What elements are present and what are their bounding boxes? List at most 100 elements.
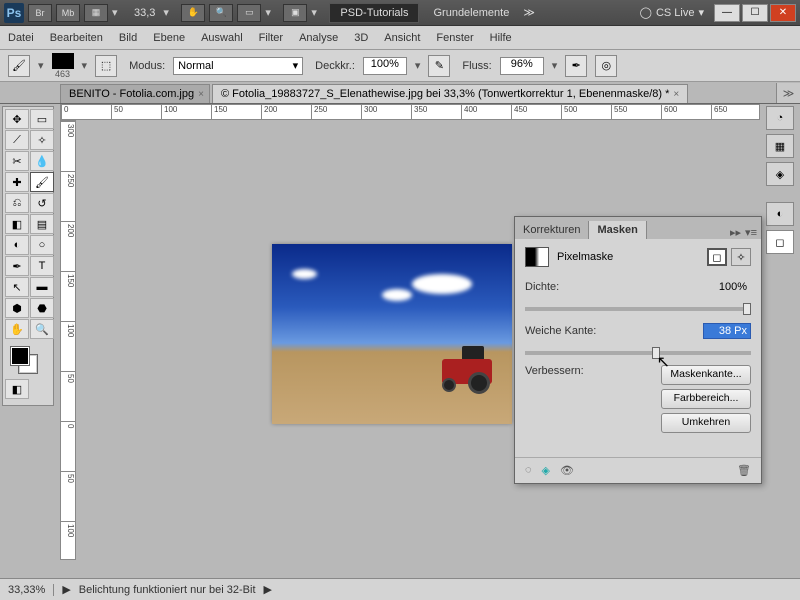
color-swatches[interactable] <box>5 345 51 375</box>
menu-bearbeiten[interactable]: Bearbeiten <box>50 32 103 44</box>
color-panel-icon[interactable]: ◔ <box>766 106 794 130</box>
canvas-image[interactable] <box>272 244 512 424</box>
menu-analyse[interactable]: Analyse <box>299 32 338 44</box>
brush-swatch[interactable] <box>52 53 74 69</box>
chevron-down-icon[interactable]: ▾ <box>265 6 279 19</box>
wand-tool[interactable]: ✧ <box>30 130 54 150</box>
weiche-slider[interactable] <box>525 351 751 355</box>
gradient-tool[interactable]: ▤ <box>30 214 54 234</box>
hand-tool[interactable]: ✋ <box>5 319 29 339</box>
masks-panel-icon[interactable]: ◻ <box>766 230 794 254</box>
type-tool[interactable]: T <box>30 256 54 276</box>
chevron-down-icon[interactable]: ▾ <box>311 6 325 19</box>
eraser-tool[interactable]: ◧ <box>5 214 29 234</box>
history-brush-tool[interactable]: ↺ <box>30 193 54 213</box>
modus-select[interactable]: Normal▾ <box>173 57 303 75</box>
document-tab-1[interactable]: BENITO - Fotolia.com.jpg× <box>60 84 210 103</box>
load-selection-icon[interactable]: ◌ <box>525 464 532 477</box>
more-icon[interactable]: ≫ <box>523 6 537 19</box>
3d-tool[interactable]: ⬢ <box>5 298 29 318</box>
disable-mask-icon[interactable]: 👁 <box>560 464 574 477</box>
chevron-down-icon[interactable]: ▾ <box>112 6 126 19</box>
play-icon[interactable]: ▶ <box>62 583 70 596</box>
umkehren-button[interactable]: Umkehren <box>661 413 751 433</box>
adjustments-panel-icon[interactable]: ◐ <box>766 202 794 226</box>
healing-tool[interactable]: ✚ <box>5 172 29 192</box>
panel-tab-korrekturen[interactable]: Korrekturen <box>515 221 589 239</box>
menu-ebene[interactable]: Ebene <box>153 32 185 44</box>
dichte-value[interactable]: 100% <box>703 279 751 295</box>
pixelmask-icon[interactable]: ◻ <box>707 248 727 266</box>
farbbereich-button[interactable]: Farbbereich... <box>661 389 751 409</box>
marquee-tool[interactable]: ▭ <box>30 109 54 129</box>
mask-thumbnail[interactable] <box>525 247 549 267</box>
airbrush-icon[interactable]: ✒ <box>565 55 587 77</box>
tool-preset-icon[interactable]: 🖌 <box>8 55 30 77</box>
close-icon[interactable]: × <box>198 89 204 100</box>
screenmode-button[interactable]: ▣ <box>283 4 307 22</box>
3dcamera-tool[interactable]: ⬣ <box>30 298 54 318</box>
menu-bild[interactable]: Bild <box>119 32 137 44</box>
app-logo[interactable]: Ps <box>4 3 24 23</box>
dichte-slider[interactable] <box>525 307 751 311</box>
pressure-size-icon[interactable]: ◎ <box>595 55 617 77</box>
pressure-opacity-icon[interactable]: ✎ <box>428 55 450 77</box>
chevron-down-icon[interactable]: ▾ <box>552 59 558 72</box>
viewmode-button[interactable]: ▦ <box>84 4 108 22</box>
lasso-tool[interactable]: ⟋ <box>5 130 29 150</box>
eyedropper-tool[interactable]: 💧 <box>30 151 54 171</box>
chevron-down-icon[interactable]: ▾ <box>415 59 421 72</box>
foreground-color[interactable] <box>11 347 29 365</box>
styles-panel-icon[interactable]: ◈ <box>766 162 794 186</box>
menu-auswahl[interactable]: Auswahl <box>201 32 243 44</box>
shape-tool[interactable]: ▬ <box>30 277 54 297</box>
zoom-tool[interactable]: 🔍 <box>30 319 54 339</box>
delete-mask-icon[interactable]: 🗑 <box>737 464 751 477</box>
workspace-tab-1[interactable]: PSD-Tutorials <box>329 3 419 23</box>
path-tool[interactable]: ↖ <box>5 277 29 297</box>
crop-tool[interactable]: ✂ <box>5 151 29 171</box>
zoom-level[interactable]: 33,3 <box>130 7 159 19</box>
document-tab-2[interactable]: © Fotolia_19883727_S_Elenathewise.jpg be… <box>212 84 688 103</box>
maskenkante-button[interactable]: Maskenkante... <box>661 365 751 385</box>
fluss-input[interactable]: 96% <box>500 57 544 75</box>
weiche-value[interactable]: 38 Px <box>703 323 751 339</box>
arrange-button[interactable]: ▭ <box>237 4 261 22</box>
tab-overflow-icon[interactable]: ≫ <box>776 83 800 103</box>
deckkr-input[interactable]: 100% <box>363 57 407 75</box>
cslive-button[interactable]: ◯CS Live▾ <box>634 6 710 19</box>
close-button[interactable]: ✕ <box>770 4 796 22</box>
play-icon[interactable]: ▶ <box>264 583 272 596</box>
menu-fenster[interactable]: Fenster <box>436 32 473 44</box>
blur-tool[interactable]: ◐ <box>5 235 29 255</box>
chevron-down-icon[interactable]: ▾ <box>82 59 88 72</box>
bridge-button[interactable]: Br <box>28 4 52 22</box>
panel-tab-masken[interactable]: Masken <box>589 221 646 239</box>
hand-button[interactable]: ✋ <box>181 4 205 22</box>
close-icon[interactable]: × <box>673 89 679 100</box>
dodge-tool[interactable]: ○ <box>30 235 54 255</box>
collapse-icon[interactable]: ▸▸ <box>730 226 741 239</box>
stamp-tool[interactable]: ⎌ <box>5 193 29 213</box>
workspace-tab-2[interactable]: Grundelemente <box>423 4 519 22</box>
pen-tool[interactable]: ✒ <box>5 256 29 276</box>
brush-tool[interactable]: 🖌 <box>30 172 54 192</box>
menu-icon[interactable]: ▾≡ <box>745 226 757 239</box>
brush-panel-icon[interactable]: ⬚ <box>95 55 117 77</box>
menu-3d[interactable]: 3D <box>354 32 368 44</box>
menu-filter[interactable]: Filter <box>259 32 283 44</box>
move-tool[interactable]: ✥ <box>5 109 29 129</box>
minibridge-button[interactable]: Mb <box>56 4 80 22</box>
swatches-panel-icon[interactable]: ▦ <box>766 134 794 158</box>
menu-hilfe[interactable]: Hilfe <box>490 32 512 44</box>
chevron-down-icon[interactable]: ▾ <box>38 59 44 72</box>
menu-ansicht[interactable]: Ansicht <box>384 32 420 44</box>
apply-mask-icon[interactable]: ◈ <box>542 464 550 477</box>
minimize-button[interactable]: — <box>714 4 740 22</box>
menu-datei[interactable]: Datei <box>8 32 34 44</box>
chevron-down-icon[interactable]: ▾ <box>163 6 177 19</box>
vectormask-icon[interactable]: ✧ <box>731 248 751 266</box>
status-zoom[interactable]: 33,33% <box>8 584 54 596</box>
zoom-button[interactable]: 🔍 <box>209 4 233 22</box>
quickmask-tool[interactable]: ◧ <box>5 379 29 399</box>
